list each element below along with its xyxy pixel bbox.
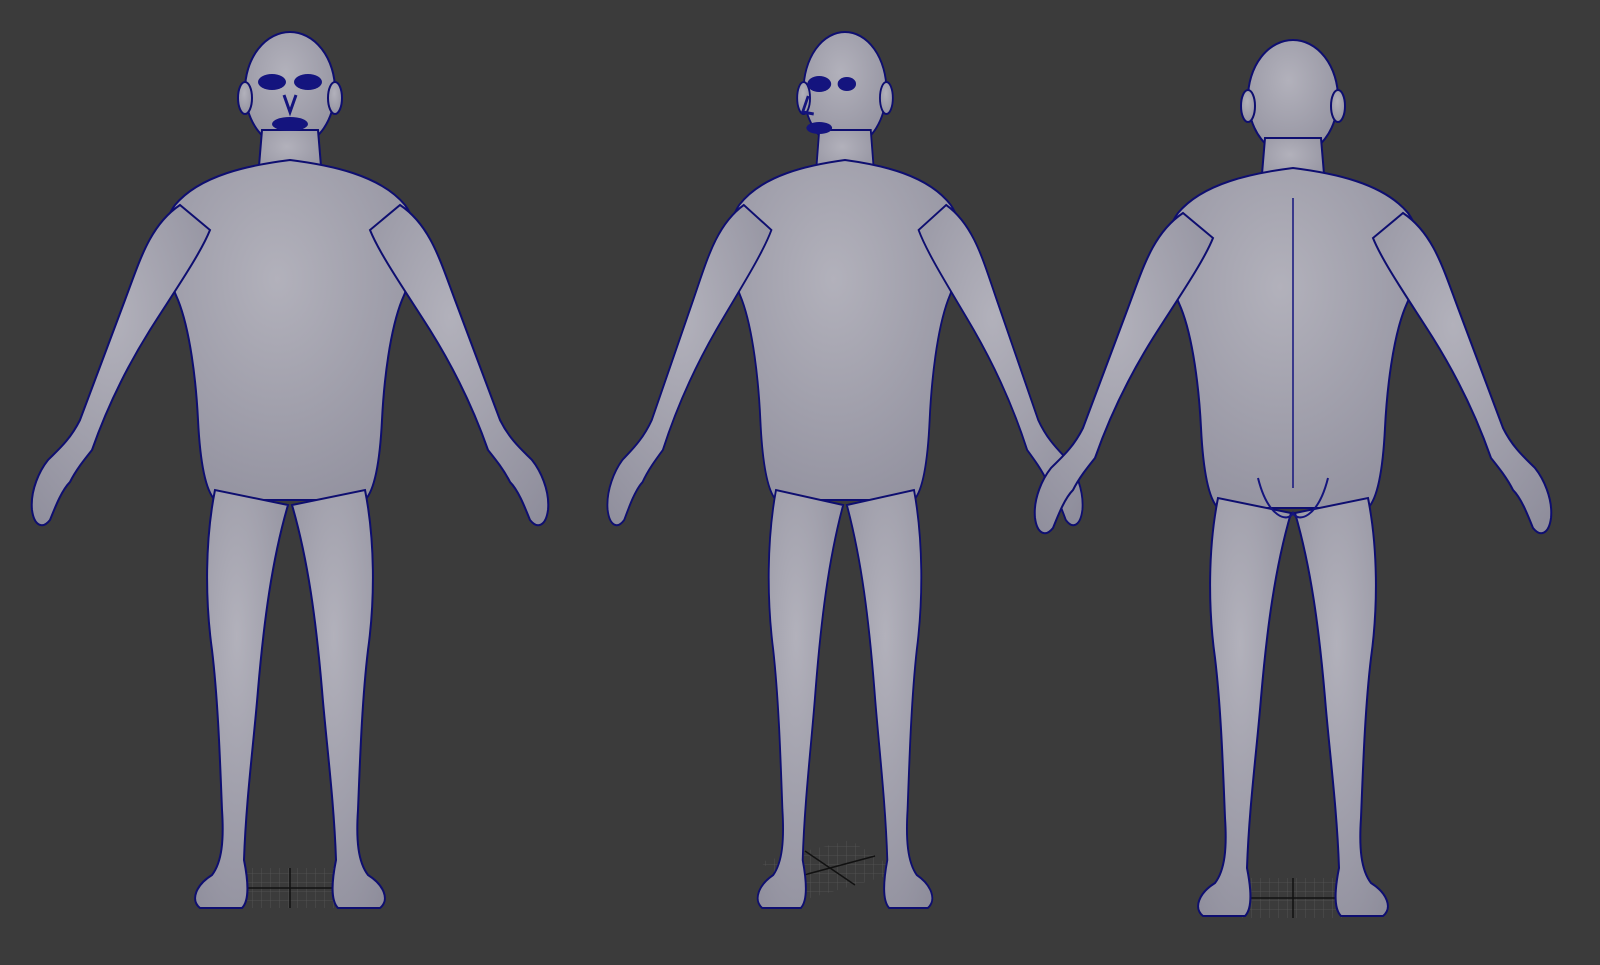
ground-grid-back [1238,878,1348,918]
ground-grid-front [235,868,345,908]
3d-viewport[interactable] [0,0,1600,965]
